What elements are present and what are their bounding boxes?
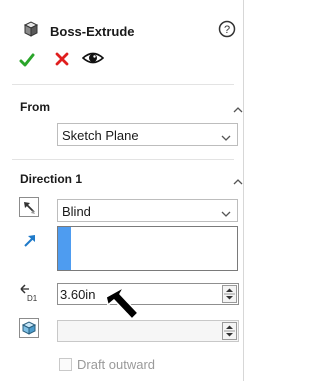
depth-input[interactable]: 3.60in <box>57 283 239 305</box>
reverse-direction-icon <box>24 202 35 214</box>
draft-on-off-button[interactable] <box>19 318 39 338</box>
draft-icon <box>21 321 37 335</box>
draft-angle-spinner[interactable] <box>222 322 237 340</box>
from-section-title: From <box>20 100 50 114</box>
from-selected-value: Sketch Plane <box>62 128 139 143</box>
draft-outward-checkbox[interactable] <box>59 358 72 371</box>
direction-reference-listbox[interactable] <box>57 226 238 271</box>
reverse-direction-button[interactable] <box>19 197 39 217</box>
collapse-direction1-icon[interactable] <box>233 175 243 185</box>
active-selection-indicator <box>58 227 71 270</box>
collapse-from-icon[interactable] <box>233 103 243 113</box>
eye-icon <box>81 52 105 64</box>
chevron-down-icon <box>221 131 231 141</box>
preview-button[interactable] <box>81 50 105 66</box>
feature-title: Boss-Extrude <box>50 24 135 39</box>
panel-border <box>243 0 244 381</box>
close-icon <box>55 52 69 66</box>
from-dropdown[interactable]: Sketch Plane <box>57 123 238 146</box>
svg-text:D1: D1 <box>27 294 38 303</box>
draft-outward-label: Draft outward <box>77 357 156 372</box>
extrude-feature-icon <box>21 19 41 39</box>
cancel-button[interactable] <box>55 52 69 66</box>
checkmark-icon <box>19 53 35 67</box>
chevron-down-icon <box>221 207 231 217</box>
draft-angle-input[interactable] <box>57 320 239 342</box>
ok-button[interactable] <box>19 52 35 68</box>
end-condition-value: Blind <box>62 204 91 219</box>
separator <box>12 159 234 160</box>
depth-value: 3.60in <box>60 287 96 302</box>
property-manager-panel: Boss-Extrude ? From Sketch Plane Directi… <box>0 0 244 381</box>
arrow-cursor-icon <box>104 285 142 325</box>
separator <box>12 84 234 85</box>
svg-text:?: ? <box>224 24 230 36</box>
depth-spinner[interactable] <box>222 285 237 303</box>
end-condition-dropdown[interactable]: Blind <box>57 199 238 222</box>
help-icon[interactable]: ? <box>218 20 236 38</box>
direction1-section-title: Direction 1 <box>20 172 83 186</box>
direction-of-extrusion-icon <box>21 232 41 252</box>
depth-icon: D1 <box>18 283 38 303</box>
